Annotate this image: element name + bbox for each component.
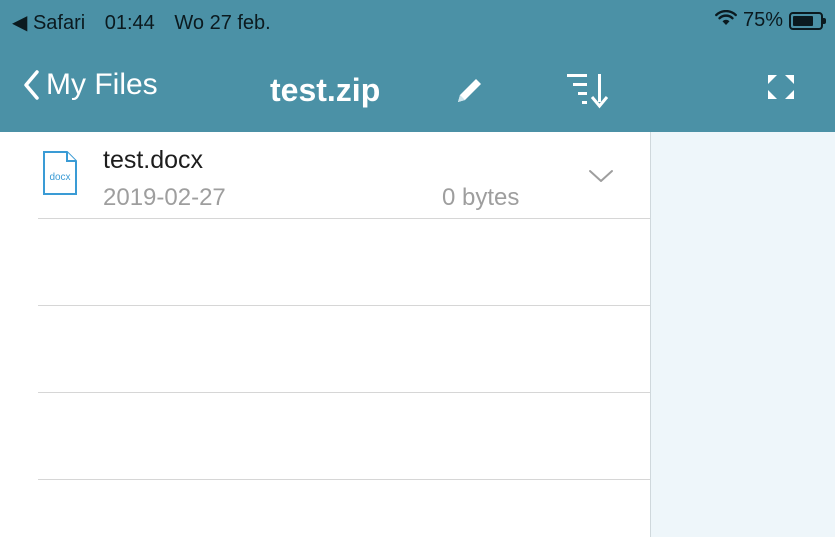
battery-percentage: 75% [742, 9, 783, 31]
file-list: docx test.docx 2019-02-27 0 bytes [0, 132, 650, 537]
file-size: 0 bytes [442, 184, 520, 211]
back-to-app-link[interactable]: ◀ Safari [12, 12, 85, 34]
sort-button[interactable] [565, 70, 613, 115]
file-name: test.docx [103, 146, 204, 174]
row-divider [38, 479, 650, 480]
wifi-icon [715, 9, 737, 32]
battery-icon [789, 11, 826, 30]
back-button[interactable]: My Files [22, 68, 158, 102]
empty-row [0, 393, 650, 480]
fullscreen-button[interactable] [766, 73, 796, 106]
docx-file-icon: docx [42, 150, 78, 201]
split-divider [650, 132, 651, 537]
chevron-left-icon [24, 70, 39, 100]
page-title: test.zip [270, 72, 381, 108]
empty-row [0, 306, 650, 393]
back-label: My Files [46, 68, 158, 101]
file-row[interactable]: docx test.docx 2019-02-27 0 bytes [0, 132, 650, 219]
chevron-down-icon [589, 170, 613, 182]
detail-pane [651, 132, 835, 537]
expand-icon [768, 75, 794, 99]
status-bar: ◀ Safari 01:44 Wo 27 feb. 75% [0, 0, 835, 38]
file-date: 2019-02-27 [103, 184, 226, 211]
pencil-icon [458, 79, 481, 102]
status-date: Wo 27 feb. [174, 12, 271, 34]
empty-row [0, 219, 650, 306]
sort-icon [567, 74, 609, 109]
file-icon-label: docx [49, 172, 70, 183]
edit-button[interactable] [452, 74, 486, 113]
expand-row-button[interactable] [588, 168, 614, 189]
navigation-bar: My Files test.zip [0, 48, 650, 132]
status-time: 01:44 [104, 12, 155, 34]
